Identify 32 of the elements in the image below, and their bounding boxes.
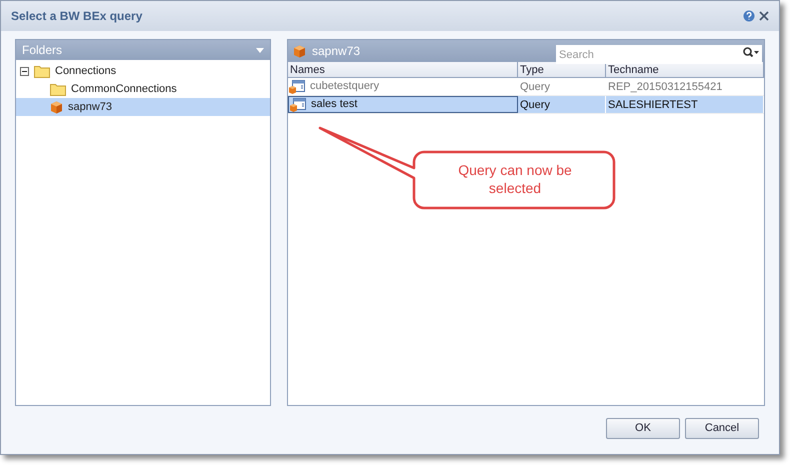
table-cell: SALESHIERTEST (606, 96, 764, 113)
dialog-button[interactable]: OK (606, 418, 680, 439)
query-icon (290, 98, 306, 112)
callout-text: Query can now be selected (457, 161, 573, 197)
column-header[interactable]: Techname (606, 62, 764, 77)
tree-item[interactable]: sapnw73 (16, 98, 270, 116)
tree-label: CommonConnections (71, 82, 177, 97)
close-icon[interactable] (759, 11, 769, 21)
table-cell: Query (518, 78, 606, 95)
tree-label: sapnw73 (68, 100, 112, 115)
table-row[interactable]: sales test Query SALESHIERTEST (288, 96, 764, 114)
search-field[interactable]: Search (556, 45, 762, 64)
tree-item[interactable]: Connections (16, 62, 270, 80)
column-header[interactable]: Names (288, 62, 518, 77)
table-cell: Query (518, 96, 606, 113)
folder-icon (34, 64, 50, 78)
help-icon[interactable] (743, 10, 755, 22)
search-icon[interactable] (743, 46, 759, 56)
panel-title: Folders (22, 42, 64, 59)
tree-item[interactable]: CommonConnections (16, 80, 270, 98)
query-name: cubetestquery (310, 79, 380, 94)
window-title: Select a BW BEx query (11, 8, 144, 25)
dialog-button[interactable]: Cancel (685, 418, 759, 439)
folder-icon (50, 82, 66, 96)
cube-icon (50, 100, 63, 114)
cube-icon (293, 44, 306, 58)
query-name: sales test (311, 97, 358, 112)
table-cell: REP_20150312155421 (606, 78, 764, 95)
tree-label: Connections (55, 64, 116, 79)
expander-icon[interactable] (20, 66, 29, 76)
panel-title: sapnw73 (312, 43, 362, 60)
column-header[interactable]: Type (518, 62, 606, 77)
